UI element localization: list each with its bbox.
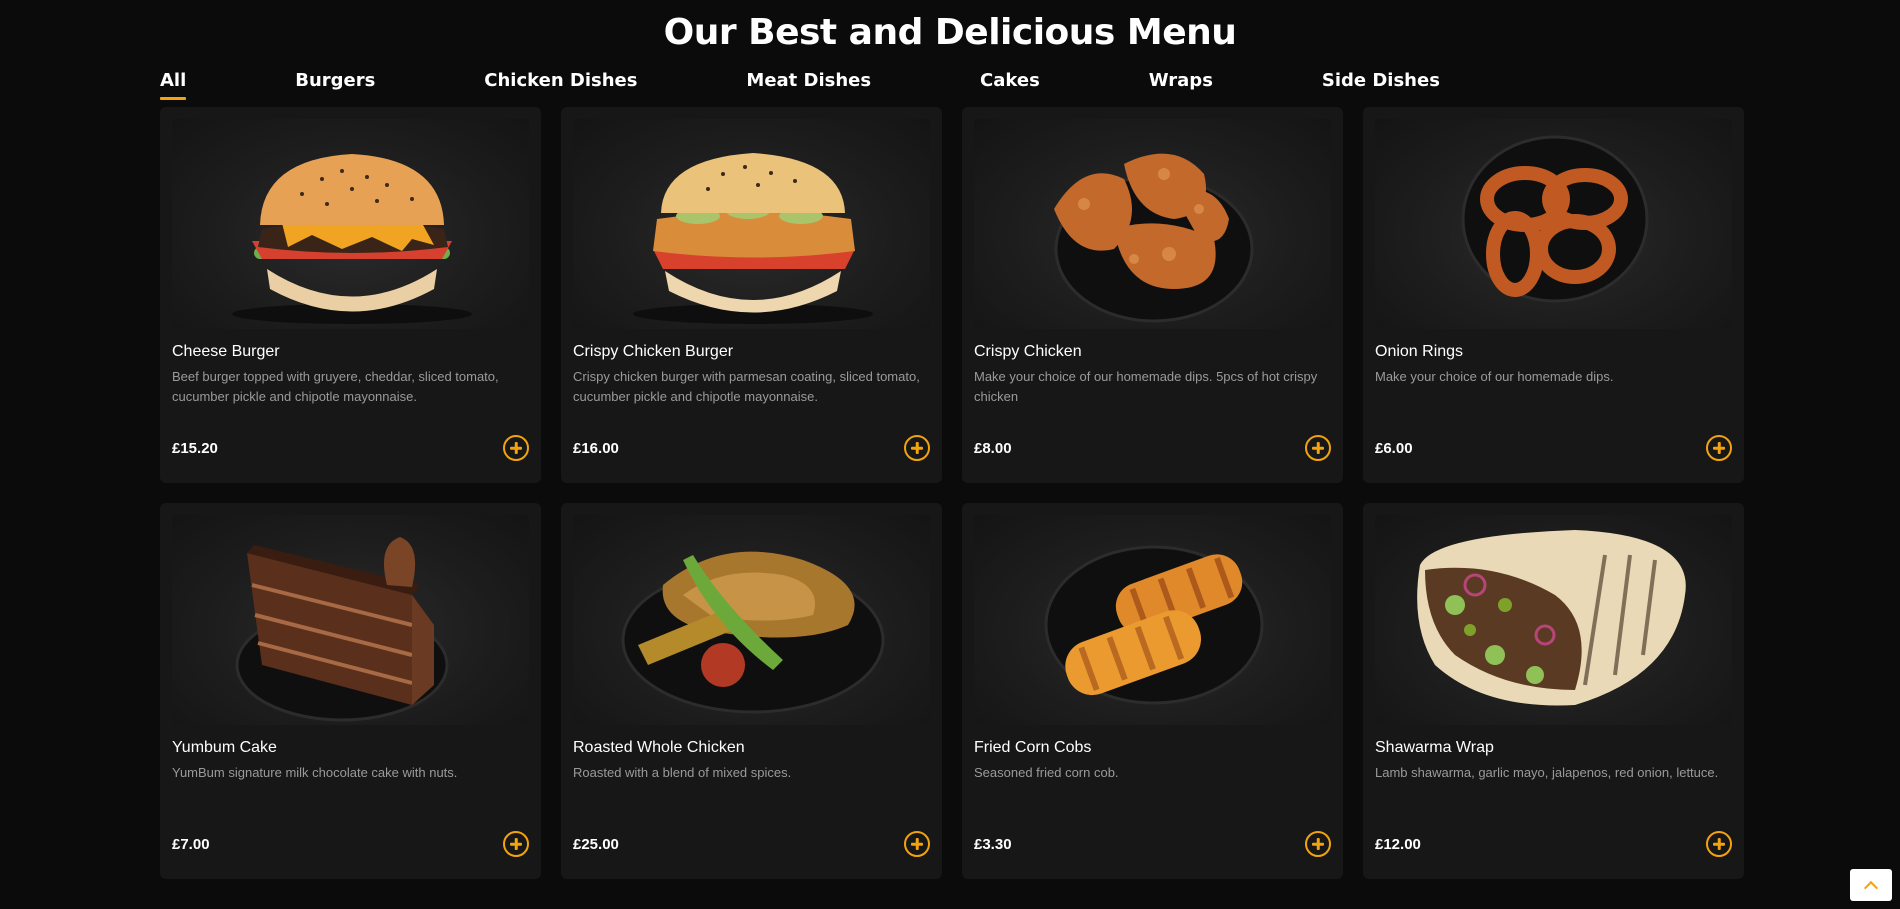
add-to-cart-button[interactable]	[503, 831, 529, 857]
item-price: £8.00	[974, 439, 1012, 457]
menu-card: Fried Corn Cobs Seasoned fried corn cob.…	[962, 503, 1343, 879]
shawarma-wrap-image	[1375, 515, 1732, 725]
menu-card: Yumbum Cake YumBum signature milk chocol…	[160, 503, 541, 879]
item-name: Crispy Chicken Burger	[573, 343, 734, 360]
cheese-burger-image	[172, 119, 529, 329]
item-price: £6.00	[1375, 439, 1413, 457]
category-tabs: All Burgers Chicken Dishes Meat Dishes C…	[160, 70, 1440, 100]
tab-meat-dishes[interactable]: Meat Dishes	[746, 70, 871, 97]
item-price: £16.00	[573, 439, 619, 457]
item-description: Make your choice of our homemade dips.	[1375, 369, 1614, 384]
crispy-chicken-image	[974, 119, 1331, 329]
tab-all[interactable]: All	[160, 70, 187, 100]
menu-card: Crispy Chicken Burger Crispy chicken bur…	[561, 107, 942, 483]
item-price: £12.00	[1375, 835, 1421, 853]
item-name: Crispy Chicken	[974, 343, 1082, 360]
tab-burgers[interactable]: Burgers	[295, 70, 375, 97]
card-footer: £25.00	[573, 831, 930, 857]
item-name: Onion Rings	[1375, 343, 1464, 360]
add-to-cart-button[interactable]	[503, 435, 529, 461]
card-footer: £15.20	[172, 435, 529, 461]
item-name: Cheese Burger	[172, 343, 280, 360]
item-price: £7.00	[172, 835, 210, 853]
chocolate-cake-image	[172, 515, 529, 725]
add-to-cart-button[interactable]	[1305, 831, 1331, 857]
menu-page: Our Best and Delicious Menu All Burgers …	[0, 0, 1900, 909]
item-description: Roasted with a blend of mixed spices.	[573, 765, 792, 780]
item-description: Beef burger topped with gruyere, cheddar…	[172, 369, 499, 404]
tab-wraps[interactable]: Wraps	[1149, 70, 1213, 97]
tab-side-dishes[interactable]: Side Dishes	[1322, 70, 1440, 97]
page-title: Our Best and Delicious Menu	[663, 12, 1237, 53]
card-footer: £7.00	[172, 831, 529, 857]
add-to-cart-button[interactable]	[1706, 435, 1732, 461]
item-description: Crispy chicken burger with parmesan coat…	[573, 369, 920, 404]
menu-card: Cheese Burger Beef burger topped with gr…	[160, 107, 541, 483]
card-footer: £16.00	[573, 435, 930, 461]
menu-grid: Cheese Burger Beef burger topped with gr…	[160, 107, 1744, 879]
add-to-cart-button[interactable]	[904, 435, 930, 461]
item-name: Fried Corn Cobs	[974, 739, 1092, 756]
tab-cakes[interactable]: Cakes	[980, 70, 1040, 97]
chicken-burger-image	[573, 119, 930, 329]
item-price: £25.00	[573, 835, 619, 853]
add-to-cart-button[interactable]	[1305, 435, 1331, 461]
item-price: £3.30	[974, 835, 1012, 853]
chevron-up-icon	[1863, 880, 1879, 895]
card-footer: £3.30	[974, 831, 1331, 857]
card-footer: £6.00	[1375, 435, 1732, 461]
item-description: YumBum signature milk chocolate cake wit…	[172, 765, 458, 780]
item-name: Shawarma Wrap	[1375, 739, 1494, 756]
item-price: £15.20	[172, 439, 218, 457]
menu-card: Roasted Whole Chicken Roasted with a ble…	[561, 503, 942, 879]
menu-card: Onion Rings Make your choice of our home…	[1363, 107, 1744, 483]
item-name: Yumbum Cake	[172, 739, 277, 756]
card-footer: £12.00	[1375, 831, 1732, 857]
tab-chicken-dishes[interactable]: Chicken Dishes	[484, 70, 637, 97]
add-to-cart-button[interactable]	[1706, 831, 1732, 857]
item-description: Make your choice of our homemade dips. 5…	[974, 369, 1318, 404]
add-to-cart-button[interactable]	[904, 831, 930, 857]
onion-rings-image	[1375, 119, 1732, 329]
roasted-chicken-image	[573, 515, 930, 725]
menu-card: Crispy Chicken Make your choice of our h…	[962, 107, 1343, 483]
scroll-to-top-button[interactable]	[1850, 869, 1892, 901]
item-name: Roasted Whole Chicken	[573, 739, 745, 756]
item-description: Lamb shawarma, garlic mayo, jalapenos, r…	[1375, 765, 1719, 780]
corn-cobs-image	[974, 515, 1331, 725]
card-footer: £8.00	[974, 435, 1331, 461]
item-description: Seasoned fried corn cob.	[974, 765, 1119, 780]
menu-card: Shawarma Wrap Lamb shawarma, garlic mayo…	[1363, 503, 1744, 879]
